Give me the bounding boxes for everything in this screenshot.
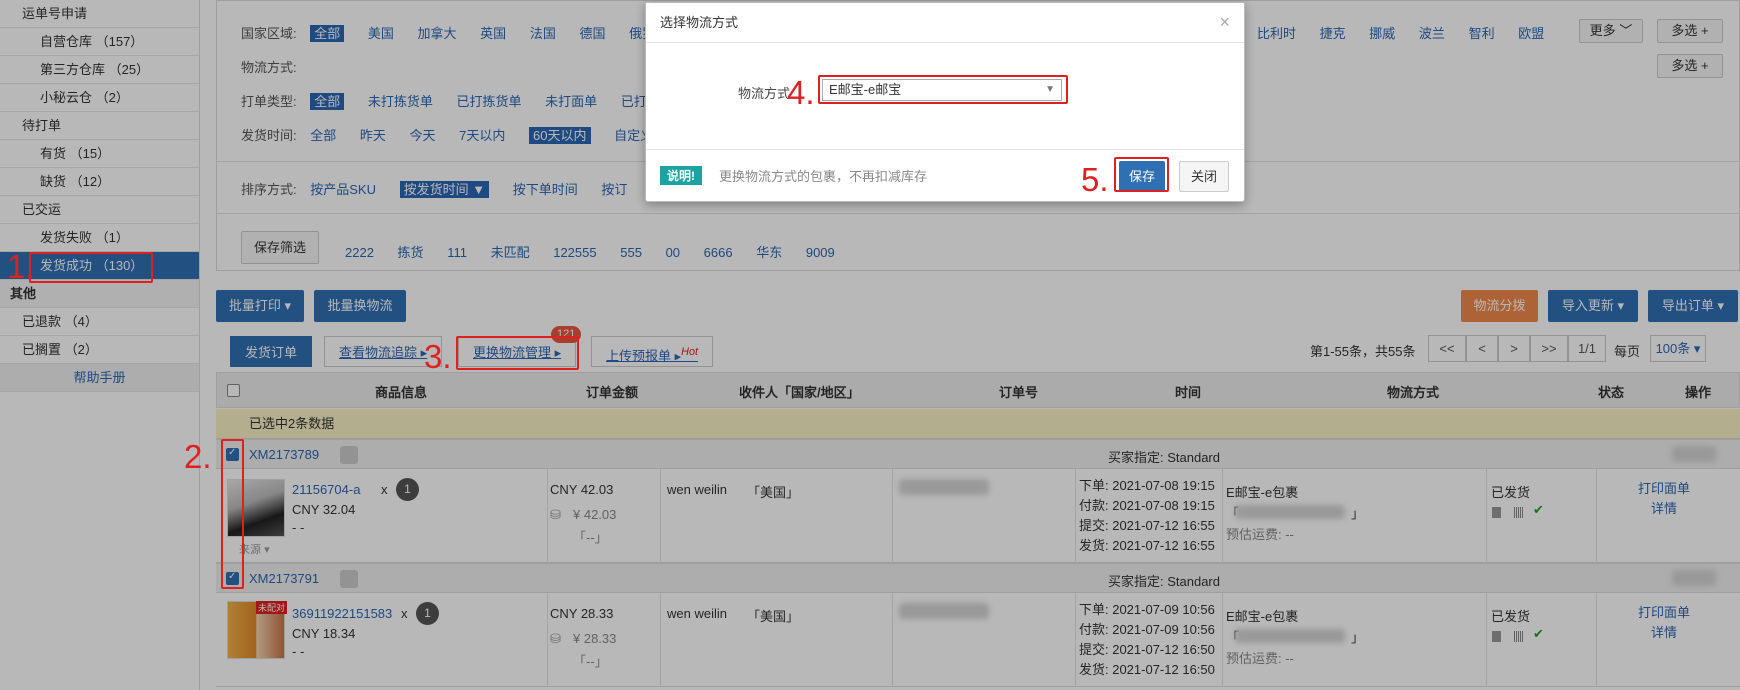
annotation-step-1: 1. <box>7 248 35 285</box>
dialog-title: 选择物流方式 <box>646 3 1244 43</box>
annotation-step-2: 2. <box>184 438 212 475</box>
note-text: 更换物流方式的包裹，不再扣减库存 <box>719 169 928 184</box>
dialog-footer-divider <box>646 149 1244 150</box>
annotation-box-save <box>1114 157 1169 192</box>
annotation-box-checkboxes <box>221 439 244 589</box>
annotation-step-4: 4. <box>787 74 815 111</box>
annotation-step-5: 5. <box>1081 161 1109 198</box>
close-icon[interactable]: × <box>1219 12 1230 33</box>
annotation-box-change-logistics <box>456 336 579 370</box>
logistics-field-label: 物流方式: <box>738 86 794 101</box>
annotation-step-3: 3. <box>424 338 452 375</box>
close-button[interactable]: 关闭 <box>1179 161 1229 192</box>
annotation-box-success <box>29 252 153 283</box>
annotation-box-select <box>818 75 1068 104</box>
note-tag: 说明! <box>660 166 702 185</box>
